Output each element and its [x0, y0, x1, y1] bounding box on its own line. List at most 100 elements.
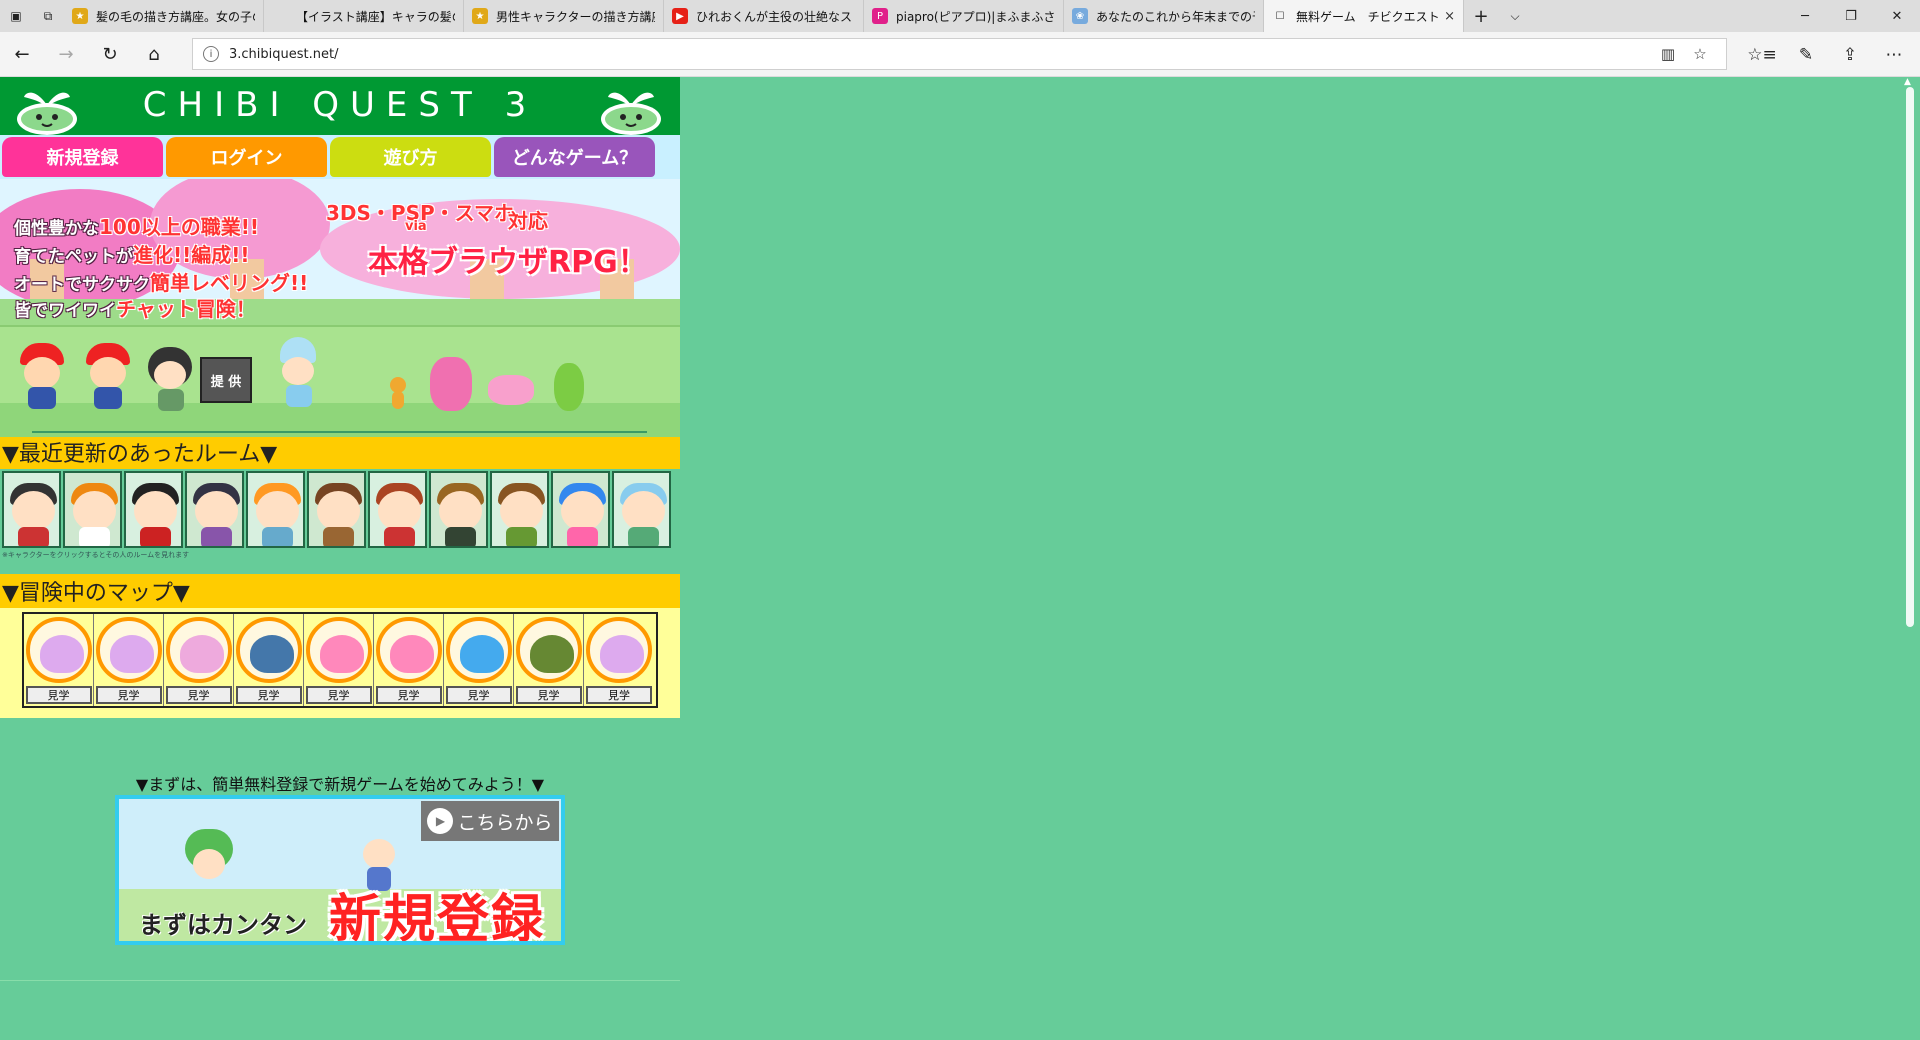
browser-tab[interactable]: ★ 髪の毛の描き方講座。女の子の [64, 0, 264, 32]
tab-title: あなたのこれから年末までの予 [1096, 9, 1255, 24]
watch-button[interactable]: 見学 [375, 686, 442, 704]
game-menu-button[interactable]: どんなゲーム？ [494, 137, 655, 177]
pet-pink-deer [488, 371, 534, 411]
reading-view-icon[interactable]: ▥ [1652, 45, 1684, 63]
browser-tab[interactable]: ❀ あなたのこれから年末までの予 [1064, 0, 1264, 32]
register-banner[interactable]: ▶ こちらから まずはカンタン 新規登録 [115, 795, 565, 945]
banner-line-2-pre: 育てたペットが [14, 247, 133, 267]
banner-line-2-em: 進化!!編成!! [133, 243, 250, 267]
watch-button[interactable]: 見学 [95, 686, 162, 704]
character-face [73, 491, 116, 531]
refresh-button[interactable]: ↻ [88, 34, 132, 74]
character-face [439, 491, 482, 531]
watch-button[interactable]: 見学 [165, 686, 232, 704]
game-container: CHIBI QUEST 3 新規登録 ログイン 遊び方 どんなゲーム？ 3DS・PSP… [0, 77, 680, 981]
start-here-button[interactable]: ▶ こちらから [421, 801, 559, 841]
room-character[interactable] [551, 471, 610, 548]
character-body [445, 527, 476, 546]
room-character[interactable] [124, 471, 183, 548]
browser-tab[interactable]: 【イラスト講座】キャラの髪の描き [264, 0, 464, 32]
favorites-hub-icon[interactable]: ☆≡ [1740, 45, 1784, 65]
tab-title: ひれおくんが主役の壮絶なスト [696, 9, 855, 24]
banner-character-green [179, 829, 239, 909]
tab-title: piapro(ピアプロ)|まふまふさんの [896, 9, 1055, 24]
character-face [256, 491, 299, 531]
cta-register-text[interactable]: 新規登録 [329, 877, 545, 941]
maps-list: 見学 見学 見学 見学 見学 見学 見学 見学 見学 [22, 612, 658, 708]
game-menu-button[interactable]: ログイン [166, 137, 327, 177]
window-controls: ─ ❐ ✕ [1782, 0, 1920, 32]
notes-pen-icon[interactable]: ✎ [1784, 45, 1828, 65]
browser-tab[interactable]: ☐ 無料ゲーム チビクエスト３ × [1264, 0, 1464, 32]
room-character[interactable] [185, 471, 244, 548]
browser-tab[interactable]: Ppiapro(ピアプロ)|まふまふさんの [864, 0, 1064, 32]
monster-portrait[interactable] [515, 617, 582, 683]
game-menu-button[interactable]: 遊び方 [330, 137, 491, 177]
room-character[interactable] [2, 471, 61, 548]
watch-button[interactable]: 見学 [235, 686, 302, 704]
monster-icon [319, 635, 364, 673]
browser-tab[interactable]: ★ 男性キャラクターの描き方講座 [464, 0, 664, 32]
banner-line-1-em: 100以上の職業!! [99, 215, 259, 239]
monster-portrait[interactable] [25, 617, 92, 683]
room-character[interactable] [246, 471, 305, 548]
monster-portrait[interactable] [165, 617, 232, 683]
url-text[interactable]: 3.chibiquest.net/ [229, 47, 1652, 62]
browser-tools: ☆≡ ✎ ⇪ ⋯ [1740, 32, 1916, 77]
pet-pink-bear [428, 357, 474, 413]
watch-button[interactable]: 見学 [515, 686, 582, 704]
tab-list-button[interactable]: ⌵ [1498, 0, 1532, 32]
room-character[interactable] [368, 471, 427, 548]
browser-tab[interactable]: ▶ ひれおくんが主役の壮絶なスト [664, 0, 864, 32]
game-menu: 新規登録 ログイン 遊び方 どんなゲーム？ [0, 135, 680, 179]
character-body [18, 527, 49, 546]
banner-headline: 本格ブラウザRPG！ [368, 245, 648, 280]
room-character[interactable] [307, 471, 366, 548]
room-character[interactable] [429, 471, 488, 548]
watch-button[interactable]: 見学 [586, 686, 652, 704]
chibi-character-red-hat [12, 343, 72, 413]
room-character[interactable] [63, 471, 122, 548]
tab-favicon-icon: ❀ [1072, 8, 1088, 24]
play-icon: ▶ [427, 808, 454, 834]
site-info-icon[interactable]: i [203, 46, 219, 62]
scrollbar-thumb[interactable] [1906, 87, 1914, 627]
monster-portrait[interactable] [305, 617, 372, 683]
forward-button[interactable]: → [44, 34, 88, 74]
share-icon[interactable]: ⇪ [1828, 45, 1872, 65]
map-entry: 見学 [584, 614, 654, 706]
close-window-button[interactable]: ✕ [1874, 0, 1920, 32]
monster-portrait[interactable] [586, 617, 652, 683]
maps-panel: 見学 見学 見学 見学 見学 見学 見学 見学 見学 [0, 608, 680, 718]
monster-portrait[interactable] [235, 617, 302, 683]
map-entry: 見学 [234, 614, 304, 706]
address-bar[interactable]: i 3.chibiquest.net/ ▥ ☆ [192, 38, 1727, 70]
tab-bar: ▣ ⧉ ★ 髪の毛の描き方講座。女の子の 【イラスト講座】キャラの髪の描き ★ 男性キャ… [0, 0, 1920, 32]
room-character[interactable] [612, 471, 671, 548]
new-tab-button[interactable]: + [1464, 0, 1498, 32]
favorite-star-icon[interactable]: ☆ [1684, 45, 1716, 63]
home-button[interactable]: ⌂ [132, 34, 176, 74]
monster-portrait[interactable] [445, 617, 512, 683]
tab-manager-icon[interactable]: ▣ [0, 0, 32, 32]
tab-close-icon[interactable]: × [1444, 9, 1455, 24]
monster-portrait[interactable] [375, 617, 442, 683]
set-aside-tabs-icon[interactable]: ⧉ [32, 0, 64, 32]
watch-button[interactable]: 見学 [445, 686, 512, 704]
watch-button[interactable]: 見学 [305, 686, 372, 704]
back-button[interactable]: ← [0, 34, 44, 74]
more-menu-icon[interactable]: ⋯ [1872, 45, 1916, 65]
room-character[interactable] [490, 471, 549, 548]
game-title[interactable]: CHIBI QUEST 3 [0, 85, 680, 125]
watch-button[interactable]: 見学 [25, 686, 92, 704]
game-menu-button[interactable]: 新規登録 [2, 137, 163, 177]
page-scrollbar[interactable]: ▲ [1900, 77, 1920, 1040]
character-face [561, 491, 604, 531]
scroll-up-icon[interactable]: ▲ [1904, 77, 1911, 87]
banner-line-4-pre: 皆でワイワイ [14, 301, 116, 321]
divider [32, 431, 647, 433]
game-header: CHIBI QUEST 3 [0, 77, 680, 135]
restore-button[interactable]: ❐ [1828, 0, 1874, 32]
monster-portrait[interactable] [95, 617, 162, 683]
minimize-button[interactable]: ─ [1782, 0, 1828, 32]
